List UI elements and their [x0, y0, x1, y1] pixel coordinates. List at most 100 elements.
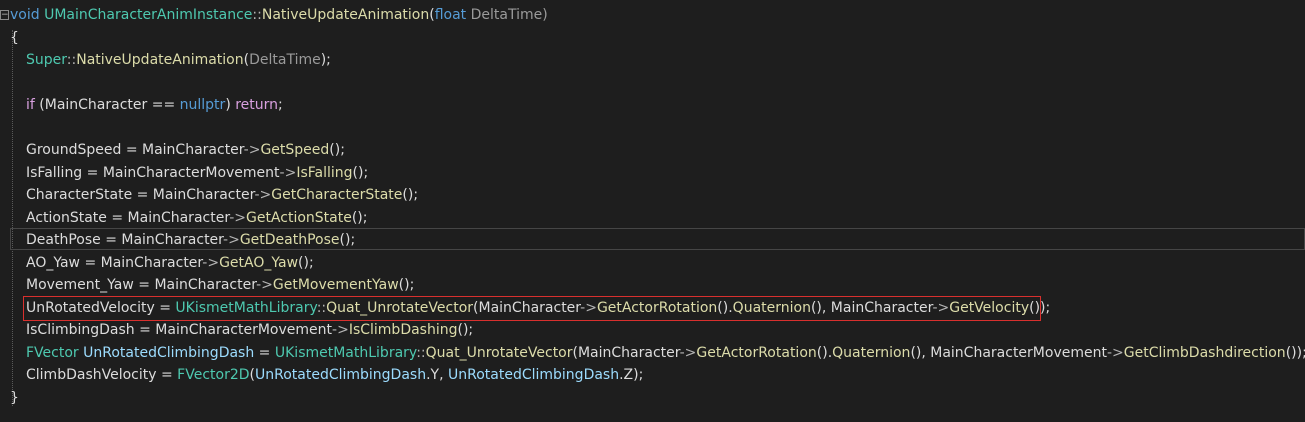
code-token: DeltaTime — [249, 52, 321, 68]
code-token: FVector2D — [177, 367, 250, 383]
code-line[interactable]: GroundSpeed = MainCharacter->GetSpeed(); — [0, 139, 1305, 161]
code-token: if — [26, 97, 35, 113]
code-token: (); — [298, 255, 314, 271]
code-token: CharacterState = MainCharacter — [26, 187, 255, 203]
code-token: IsFalling — [296, 165, 353, 181]
code-token: -> — [223, 232, 240, 248]
code-line[interactable]: UnRotatedVelocity = UKismetMathLibrary::… — [0, 297, 1305, 319]
code-token: (MainCharacter == — [34, 97, 180, 113]
code-token: :: — [66, 52, 77, 68]
code-token: UnRotatedClimbingDash — [83, 345, 255, 361]
code-token: Quaternion — [732, 300, 811, 316]
code-token: -> — [279, 165, 297, 181]
code-token: (); — [352, 165, 369, 181]
code-token: Quat_UnrotateVector — [425, 345, 573, 361]
code-token: ()); — [1029, 300, 1051, 316]
code-token: (); — [402, 187, 419, 203]
code-line[interactable]: IsFalling = MainCharacterMovement->IsFal… — [0, 162, 1305, 184]
code-token: NativeUpdateAnimation — [261, 7, 430, 23]
code-token: GetCharacterState — [271, 187, 403, 203]
code-token: void — [10, 7, 40, 23]
code-token: (); — [398, 277, 415, 293]
code-token: :: — [252, 7, 262, 23]
code-token: UnRotatedVelocity = — [26, 300, 176, 316]
code-token: ; — [278, 97, 283, 113]
code-token: UMainCharacterAnimInstance — [44, 7, 253, 23]
code-token: :: — [316, 300, 327, 316]
code-token: Quat_UnrotateVector — [326, 300, 474, 316]
code-token: GetMovementYaw — [272, 277, 399, 293]
code-token: AO_Yaw = MainCharacter — [26, 255, 203, 271]
code-token: Quaternion — [832, 345, 911, 361]
code-token: GetVelocity — [949, 300, 1030, 316]
code-token: { — [10, 30, 19, 46]
code-token: UKismetMathLibrary — [175, 300, 317, 316]
code-token: FVector — [26, 345, 79, 361]
code-line[interactable]: } — [0, 387, 1305, 409]
code-token: (); — [339, 232, 356, 248]
code-token: GetSpeed — [260, 142, 330, 158]
code-token: ); — [320, 52, 331, 68]
code-token: GetActorRotation — [696, 345, 817, 361]
code-token: -> — [256, 277, 273, 293]
code-line[interactable]: ClimbDashVelocity = FVector2D(UnRotatedC… — [0, 364, 1305, 386]
code-token: -> — [679, 345, 697, 361]
code-line[interactable]: void UMainCharacterAnimInstance::NativeU… — [0, 4, 1305, 26]
code-token: Super — [26, 52, 67, 68]
code-token: NativeUpdateAnimation — [76, 52, 244, 68]
code-token: GetActionState — [245, 210, 352, 226]
code-line[interactable]: AO_Yaw = MainCharacter->GetAO_Yaw(); — [0, 252, 1305, 274]
code-token: (MainCharacter — [572, 345, 680, 361]
code-editor[interactable]: − void UMainCharacterAnimInstance::Nativ… — [0, 0, 1305, 422]
code-token: GetActorRotation — [596, 300, 718, 316]
code-token: .Z); — [619, 367, 644, 383]
code-token: ActionState = MainCharacter — [26, 210, 230, 226]
code-token: (); — [329, 142, 345, 158]
code-token: -> — [254, 187, 272, 203]
code-line[interactable] — [0, 117, 1305, 139]
code-token: GetClimbDashdirection — [1123, 345, 1286, 361]
code-token: DeltaTime) — [466, 7, 548, 23]
code-token: (), MainCharacterMovement — [910, 345, 1107, 361]
code-token: .Y, — [426, 367, 448, 383]
code-line[interactable]: ActionState = MainCharacter->GetActionSt… — [0, 207, 1305, 229]
code-token: ClimbDashVelocity = — [26, 367, 178, 383]
code-token: DeathPose = MainCharacter — [26, 232, 224, 248]
code-token: -> — [580, 300, 597, 316]
code-token: } — [10, 390, 19, 406]
code-token: -> — [1106, 345, 1124, 361]
code-token: (MainCharacter — [473, 300, 581, 316]
code-line[interactable]: Movement_Yaw = MainCharacter->GetMovemen… — [0, 274, 1305, 296]
code-token: -> — [202, 255, 220, 271]
code-token: -> — [243, 142, 261, 158]
code-line[interactable]: { — [0, 27, 1305, 49]
code-line[interactable]: DeathPose = MainCharacter->GetDeathPose(… — [0, 229, 1305, 251]
code-line[interactable]: Super::NativeUpdateAnimation(DeltaTime); — [0, 49, 1305, 71]
code-token: ) — [225, 97, 236, 113]
code-token: UnRotatedClimbingDash — [448, 367, 620, 383]
code-token: :: — [416, 345, 426, 361]
code-token: UnRotatedClimbingDash — [254, 367, 427, 383]
code-token: = — [254, 345, 275, 361]
code-line[interactable]: FVector UnRotatedClimbingDash = UKismetM… — [0, 342, 1305, 364]
code-token: ()); — [1285, 345, 1305, 361]
code-token: return — [235, 97, 279, 113]
code-token: Movement_Yaw = MainCharacter — [26, 277, 257, 293]
code-token: UKismetMathLibrary — [274, 345, 417, 361]
code-line[interactable] — [0, 72, 1305, 94]
code-token: IsFalling = MainCharacterMovement — [26, 165, 280, 181]
code-token: -> — [932, 300, 950, 316]
code-token: GetDeathPose — [239, 232, 340, 248]
code-token: nullptr — [179, 97, 226, 113]
code-token: GroundSpeed = MainCharacter — [26, 142, 244, 158]
code-token: IsClimbingDash = MainCharacterMovement — [26, 322, 333, 338]
code-token: (); — [351, 210, 368, 226]
code-line[interactable]: CharacterState = MainCharacter->GetChara… — [0, 184, 1305, 206]
code-token: IsClimbDashing — [348, 322, 458, 338]
code-token: float — [434, 7, 467, 23]
code-line[interactable]: IsClimbingDash = MainCharacterMovement->… — [0, 319, 1305, 341]
code-token: -> — [229, 210, 246, 226]
code-token: GetAO_Yaw — [219, 255, 299, 271]
code-line[interactable]: if (MainCharacter == nullptr) return; — [0, 94, 1305, 116]
code-token: (), MainCharacter — [810, 300, 933, 316]
